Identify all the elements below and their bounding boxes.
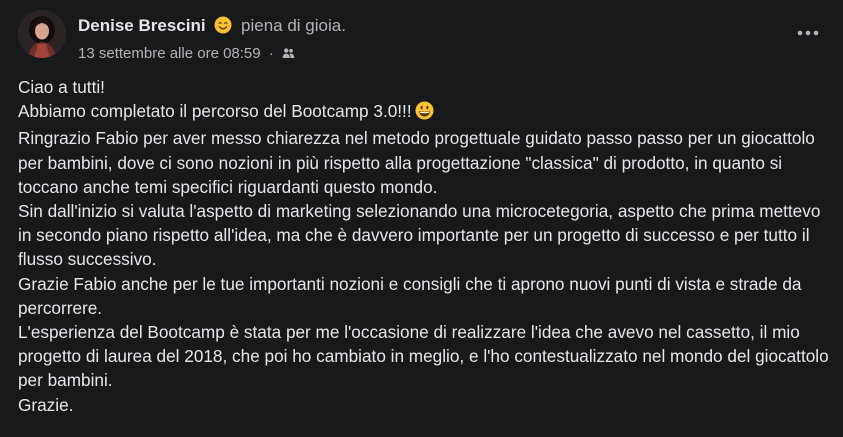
smiling-face-emoji-icon bbox=[214, 16, 232, 40]
post-paragraph: Grazie. bbox=[18, 394, 74, 415]
post-paragraph: Ringrazio Fabio per aver messo chiarezza… bbox=[18, 128, 815, 197]
grinning-face-emoji-icon bbox=[415, 101, 434, 126]
facebook-post: Denise Brescini piena di gioia. 13 sette… bbox=[0, 0, 843, 437]
feeling-text: piena di gioia. bbox=[241, 16, 346, 35]
friends-audience-icon[interactable] bbox=[282, 46, 295, 66]
author-name[interactable]: Denise Brescini bbox=[78, 16, 206, 35]
author-line: Denise Brescini piena di gioia. bbox=[78, 15, 346, 40]
post-paragraph: Abbiamo completato il percorso del Bootc… bbox=[18, 101, 412, 122]
post-paragraph: Grazie Fabio anche per le tue importanti… bbox=[18, 273, 802, 318]
post-paragraph: Sin dall'inizio si valuta l'aspetto di m… bbox=[18, 201, 821, 270]
post-paragraph-with-emoji: Abbiamo completato il percorso del Bootc… bbox=[18, 99, 833, 126]
post-timestamp[interactable]: 13 settembre alle ore 08:59 bbox=[78, 45, 261, 62]
post-paragraph: Ciao a tutti! bbox=[18, 77, 105, 97]
separator-dot: · bbox=[268, 45, 274, 62]
post-body: Ciao a tutti! Abbiamo completato il perc… bbox=[18, 75, 833, 417]
post-meta: Denise Brescini piena di gioia. 13 sette… bbox=[78, 10, 346, 66]
post-subline: 13 settembre alle ore 08:59 · bbox=[78, 44, 346, 66]
post-header: Denise Brescini piena di gioia. 13 sette… bbox=[18, 10, 346, 66]
more-options-icon[interactable] bbox=[795, 24, 821, 42]
author-avatar[interactable] bbox=[18, 10, 66, 58]
post-paragraph: L'esperienza del Bootcamp è stata per me… bbox=[18, 322, 829, 391]
avatar-photo-icon bbox=[18, 10, 66, 58]
